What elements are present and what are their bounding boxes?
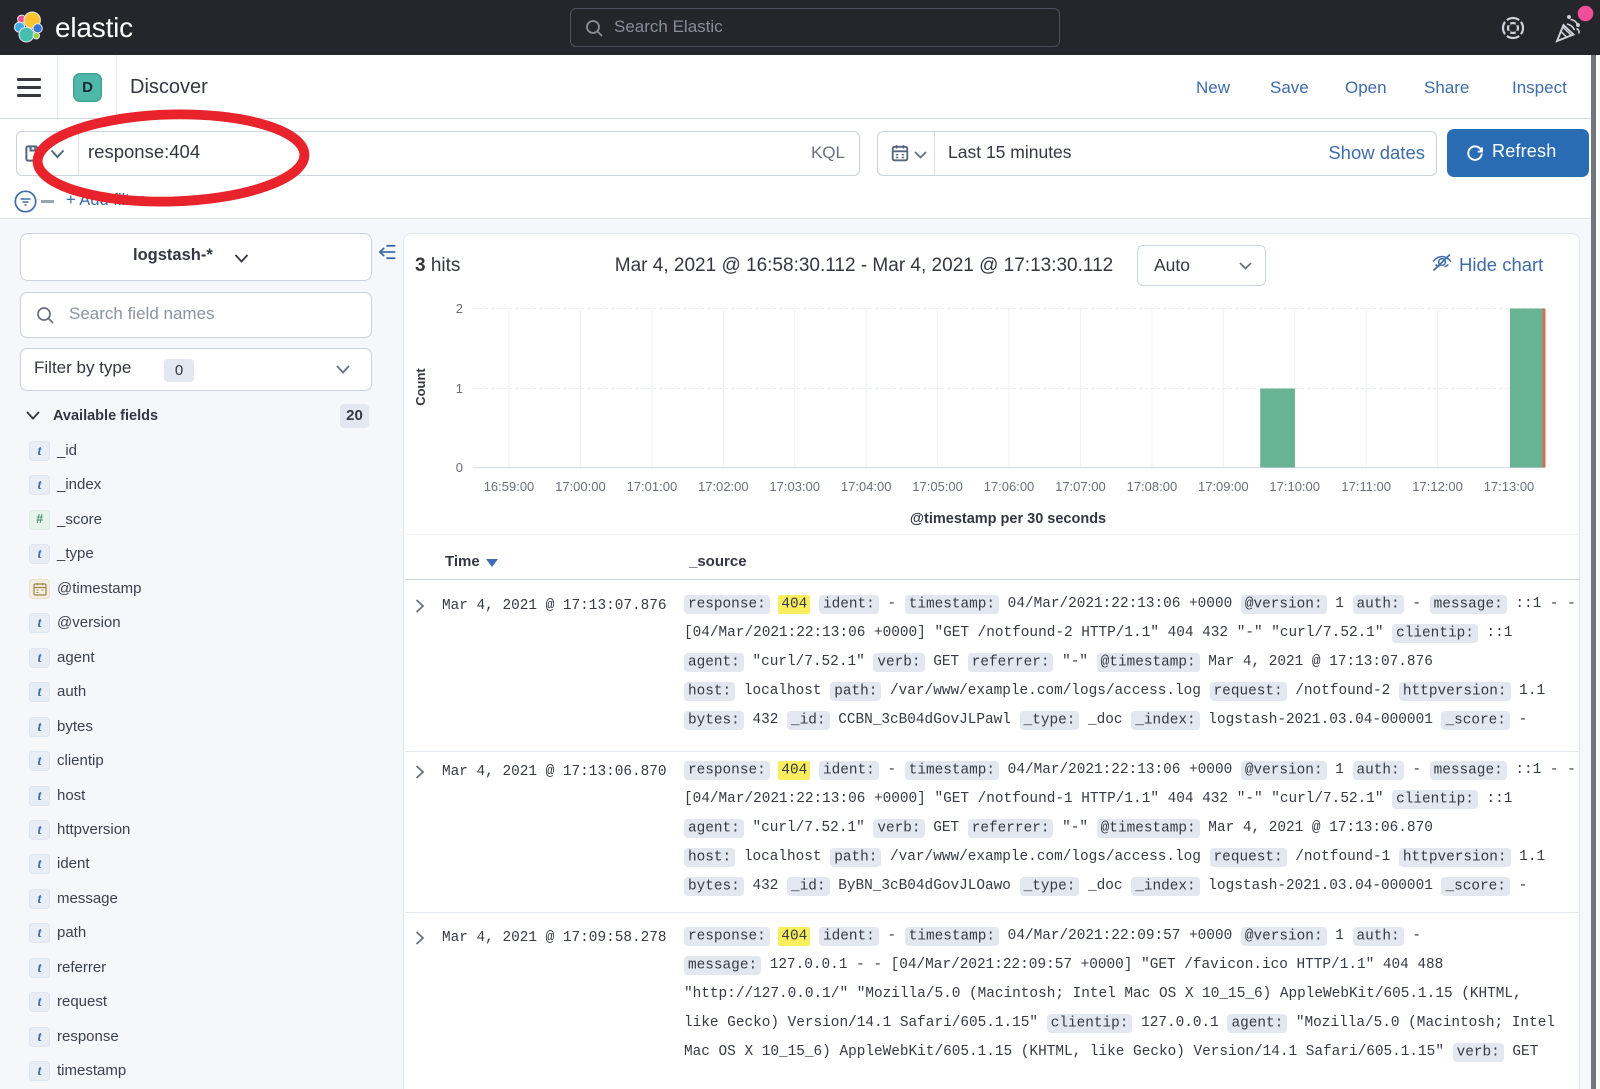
svg-text:17:09:00: 17:09:00 [1198,479,1249,494]
svg-text:17:08:00: 17:08:00 [1127,479,1178,494]
svg-text:17:10:00: 17:10:00 [1269,479,1320,494]
svg-text:17:06:00: 17:06:00 [984,479,1035,494]
svg-text:2: 2 [456,301,463,316]
svg-text:17:00:00: 17:00:00 [555,479,606,494]
svg-text:Count: Count [413,368,428,406]
svg-text:1: 1 [456,381,463,396]
svg-text:17:03:00: 17:03:00 [769,479,820,494]
svg-text:0: 0 [456,460,463,475]
svg-text:17:07:00: 17:07:00 [1055,479,1106,494]
svg-text:16:59:00: 16:59:00 [484,479,535,494]
svg-text:17:12:00: 17:12:00 [1412,479,1463,494]
svg-text:17:02:00: 17:02:00 [698,479,749,494]
svg-text:17:04:00: 17:04:00 [841,479,892,494]
svg-text:17:05:00: 17:05:00 [912,479,963,494]
svg-text:17:01:00: 17:01:00 [627,479,678,494]
svg-text:17:11:00: 17:11:00 [1341,479,1391,494]
svg-text:17:13:00: 17:13:00 [1484,479,1535,494]
